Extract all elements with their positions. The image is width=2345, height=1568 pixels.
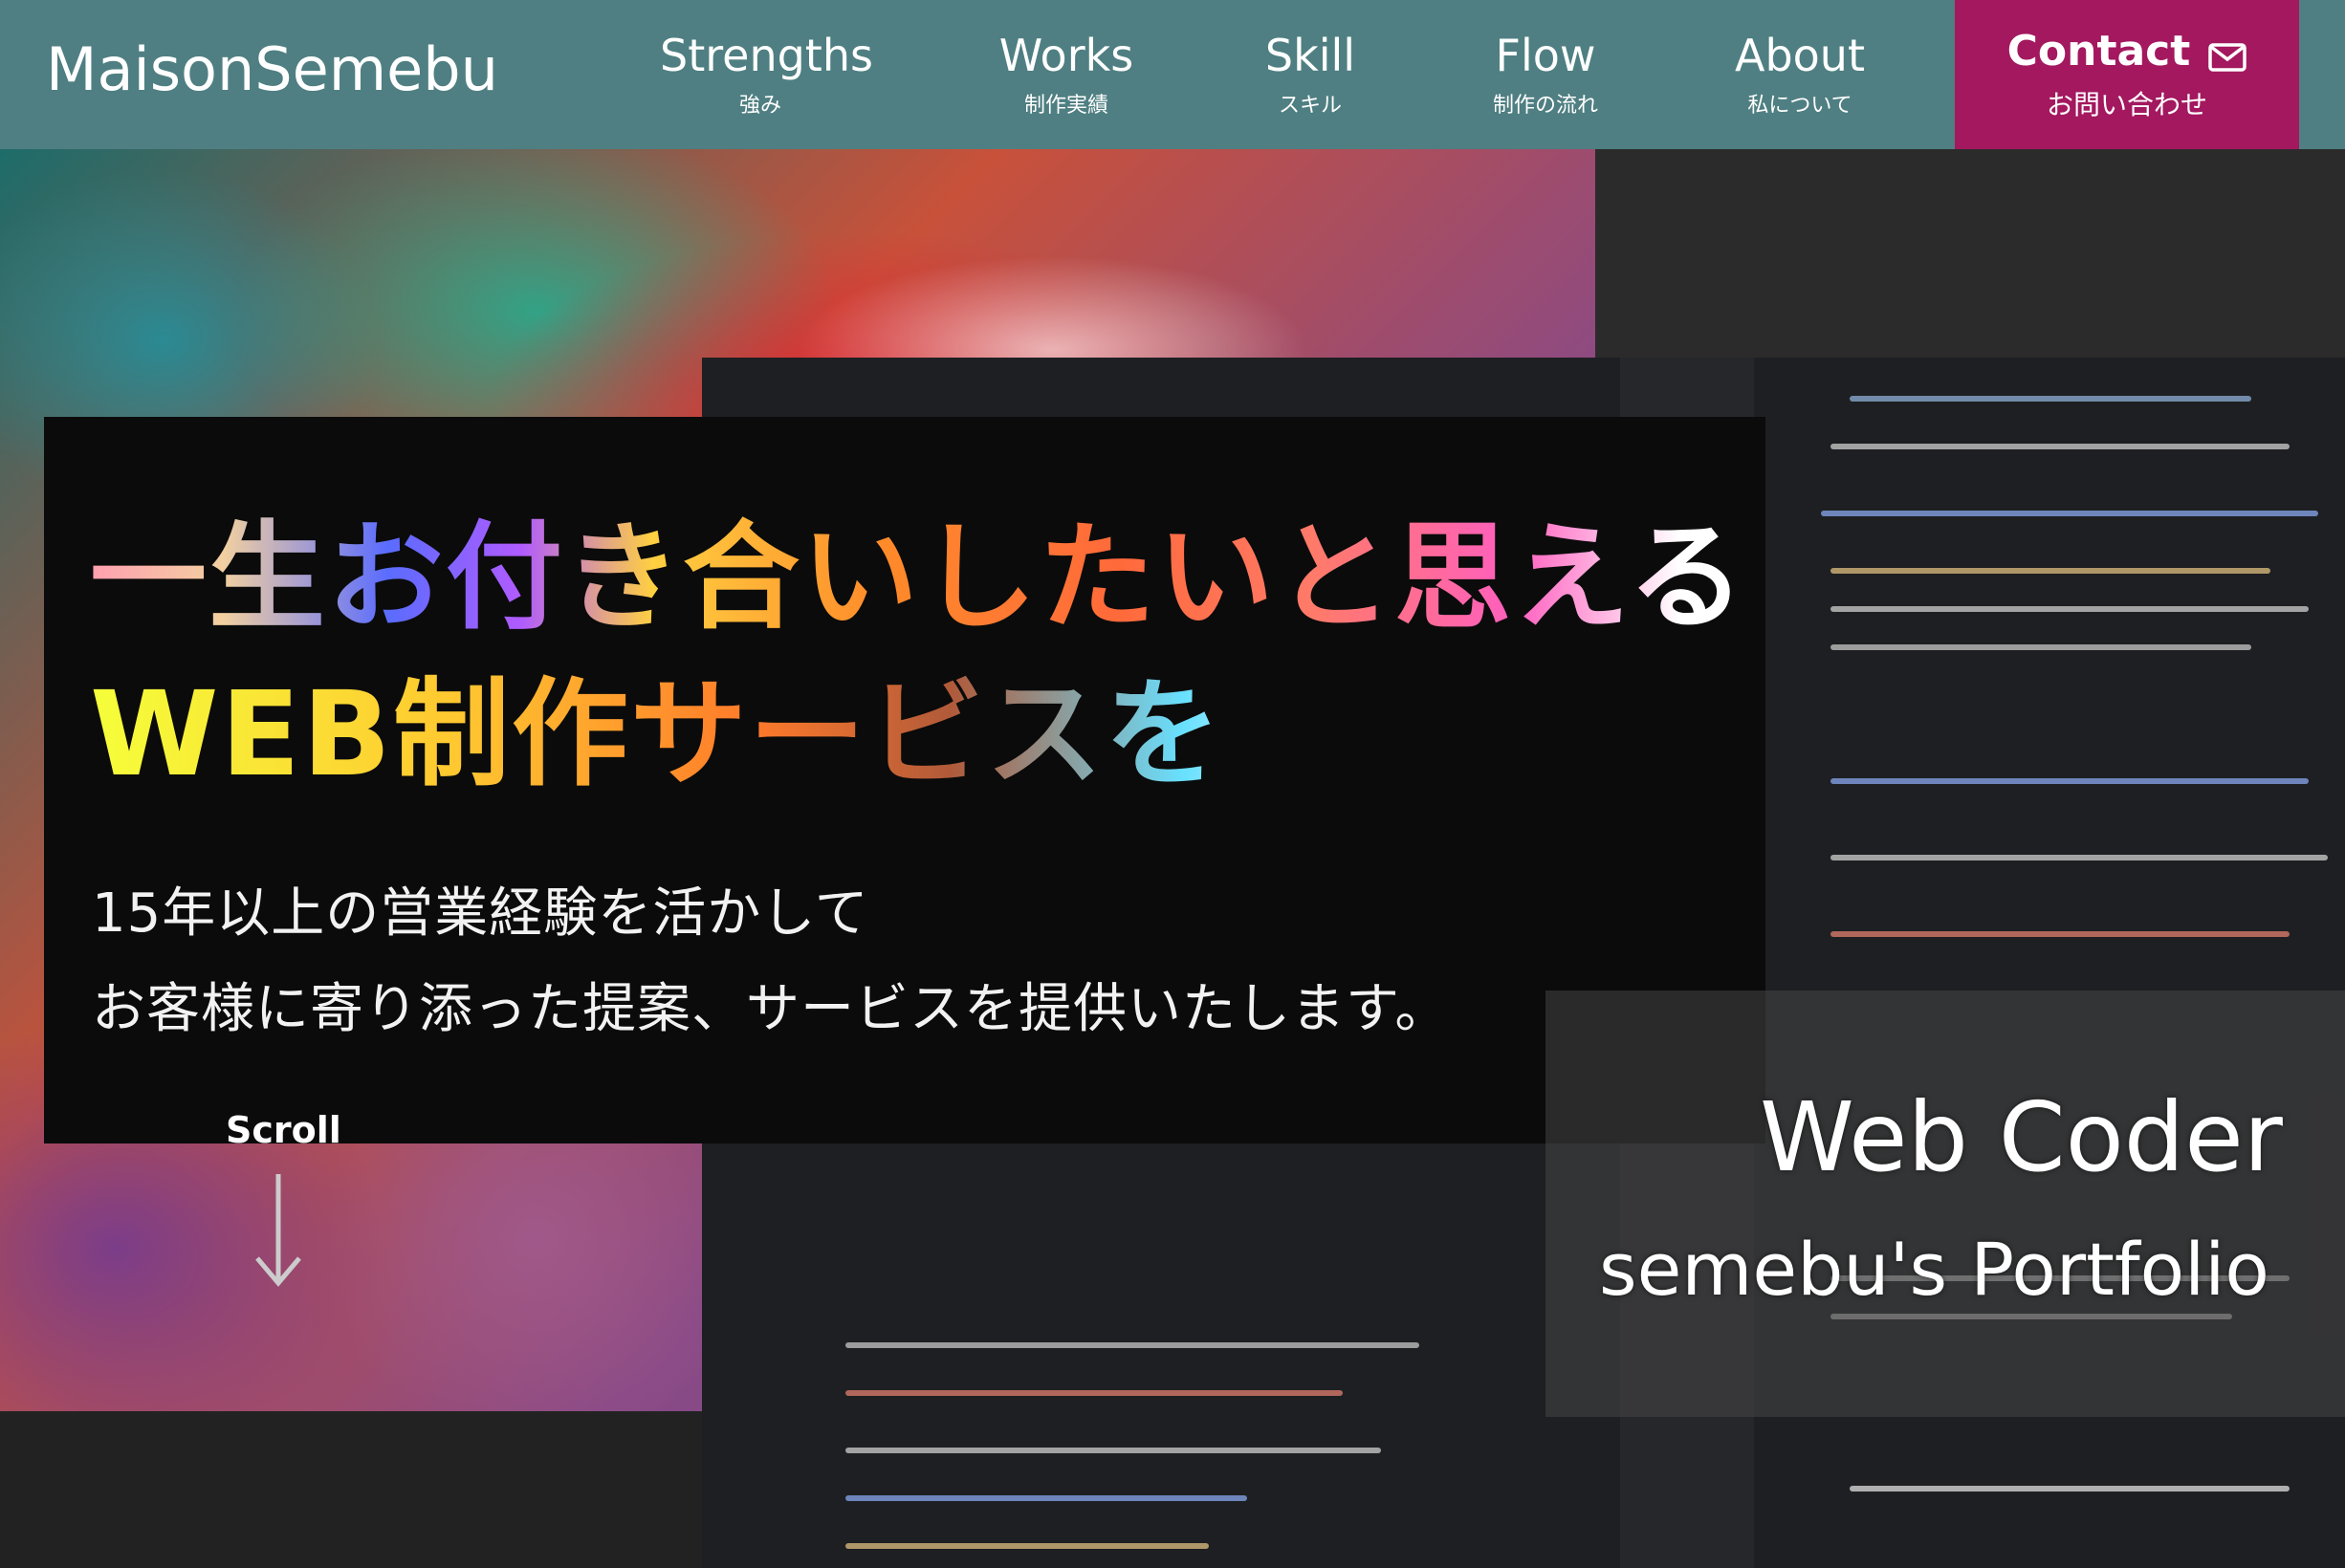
site-logo[interactable]: MaisonSemebu — [46, 34, 498, 104]
nav-about[interactable]: About 私について — [1733, 27, 1867, 122]
contact-sublabel: お問い合わせ — [2046, 89, 2207, 120]
nav-skill-sublabel: スキル — [1278, 94, 1342, 118]
contact-button[interactable]: Contact お問い合わせ — [1955, 0, 2299, 149]
background-dark-strip — [0, 1411, 702, 1568]
nav-flow-sublabel: 制作の流れ — [1492, 94, 1598, 118]
portfolio-title-overlay — [1545, 991, 2345, 1417]
nav-skill[interactable]: Skill スキル — [1262, 27, 1358, 122]
nav-about-label: About — [1734, 30, 1865, 81]
site-header: MaisonSemebu Strengths 強み Works 制作実績 Ski… — [0, 0, 2345, 149]
scroll-label: Scroll — [226, 1109, 341, 1151]
nav-skill-label: Skill — [1264, 30, 1356, 81]
nav-flow[interactable]: Flow 制作の流れ — [1488, 27, 1603, 122]
nav-works-label: Works — [998, 30, 1134, 81]
hero-subtext-line2: お客様に寄り添った提案、サービスを提供いたします。 — [92, 978, 1450, 1040]
nav-strengths[interactable]: Strengths 強み — [660, 27, 873, 122]
hero-title-line2: WEB制作サービスを — [90, 656, 1746, 813]
nav-about-sublabel: 私について — [1747, 94, 1852, 118]
portfolio-subtitle: semebu's Portfolio — [1599, 1227, 2269, 1312]
contact-label: Contact — [2006, 27, 2191, 76]
background-dark-panel — [1595, 149, 2345, 359]
nav-works[interactable]: Works 制作実績 — [995, 27, 1138, 122]
hero-subtext: 15年以上の営業経験を活かして お客様に寄り添った提案、サービスを提供いたします… — [92, 866, 1449, 1057]
nav-flow-label: Flow — [1495, 30, 1596, 81]
scroll-indicator[interactable]: Scroll — [226, 1109, 341, 1289]
nav-strengths-sublabel: 強み — [738, 94, 781, 118]
mail-icon — [2208, 42, 2247, 72]
nav-strengths-label: Strengths — [660, 30, 873, 81]
hero-title: 一生お付き合いしたいと思える WEB制作サービスを — [90, 499, 1746, 813]
nav-works-sublabel: 制作実績 — [1023, 94, 1108, 118]
arrow-down-icon — [255, 1174, 301, 1287]
hero-subtext-line1: 15年以上の営業経験を活かして — [92, 882, 869, 945]
hero-message-box: 一生お付き合いしたいと思える WEB制作サービスを 15年以上の営業経験を活かし… — [44, 417, 1765, 1143]
hero-title-line1: 一生お付き合いしたいと思える — [90, 499, 1746, 656]
web-coder-title: Web Coder — [1760, 1081, 2283, 1193]
